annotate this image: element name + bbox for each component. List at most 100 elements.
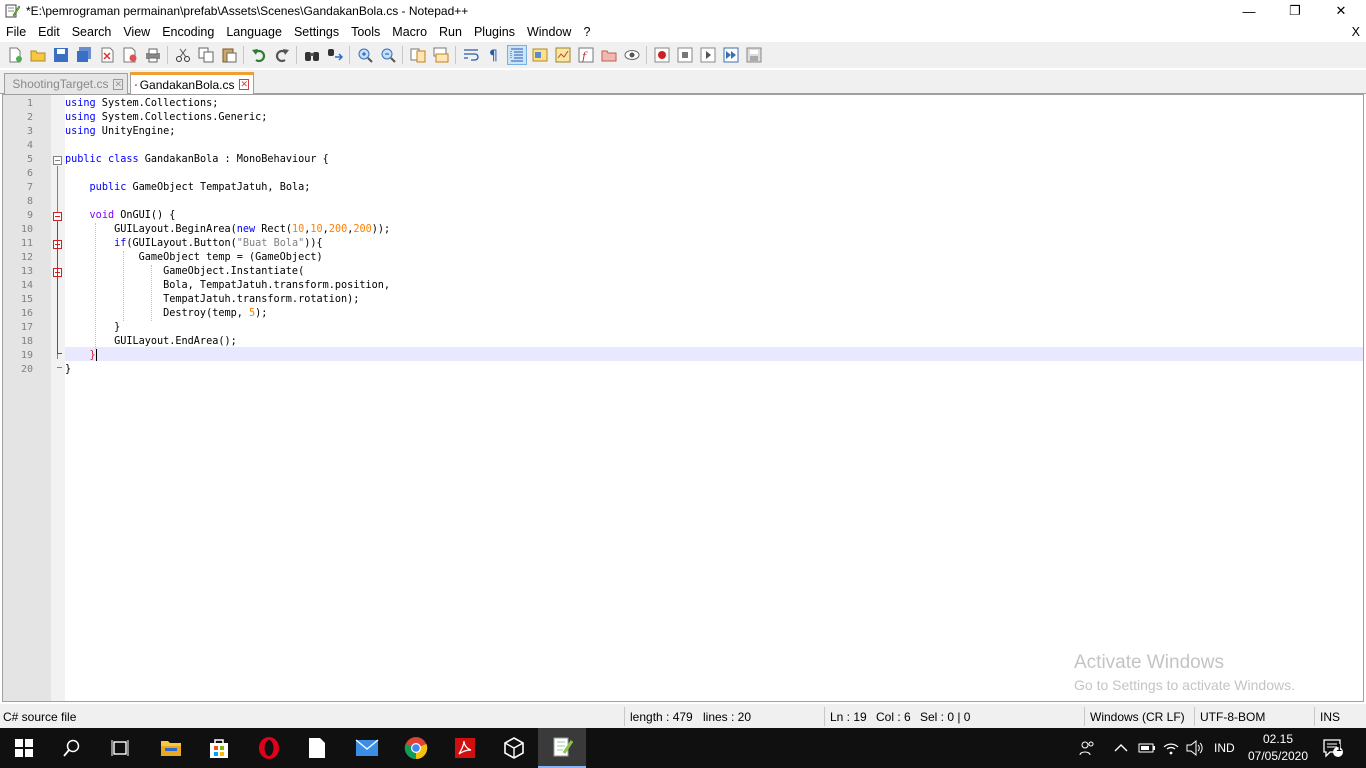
- show-hidden-icons-button[interactable]: [1114, 728, 1128, 768]
- save-macro-icon: [746, 47, 761, 63]
- function-list-button[interactable]: f: [576, 45, 596, 65]
- fold-toggle-icon[interactable]: [53, 156, 62, 165]
- line-number: 18: [20, 336, 33, 347]
- menu-window[interactable]: Window: [521, 22, 577, 42]
- menu-file[interactable]: File: [0, 22, 32, 42]
- word-wrap-button[interactable]: [461, 45, 481, 65]
- menu-run[interactable]: Run: [433, 22, 468, 42]
- redo-icon: [275, 49, 289, 63]
- unity-taskbar-button[interactable]: [490, 728, 538, 768]
- paste-button[interactable]: [219, 45, 239, 65]
- undo-button[interactable]: [249, 45, 269, 65]
- menu-view[interactable]: View: [117, 22, 156, 42]
- mail-taskbar-button[interactable]: [343, 728, 391, 768]
- binoculars-icon: [304, 52, 319, 61]
- close-window-button[interactable]: ✕: [1318, 0, 1364, 22]
- print-button[interactable]: [143, 45, 163, 65]
- tab-shooting-target[interactable]: ShootingTarget.cs ✕: [4, 73, 128, 94]
- new-file-button[interactable]: [5, 45, 25, 65]
- clock[interactable]: 02.15 07/05/2020: [1244, 728, 1312, 768]
- file-explorer-taskbar-button[interactable]: [147, 728, 195, 768]
- status-separator: [1084, 707, 1085, 726]
- restore-button[interactable]: ❐: [1272, 0, 1318, 22]
- monitoring-button[interactable]: [622, 45, 642, 65]
- replace-button[interactable]: [325, 45, 345, 65]
- notes-taskbar-button[interactable]: [293, 728, 341, 768]
- status-eol[interactable]: Windows (CR LF): [1090, 704, 1185, 728]
- run-macro-multiple-button[interactable]: [721, 45, 741, 65]
- notepadpp-taskbar-button[interactable]: [538, 728, 586, 768]
- start-button[interactable]: [0, 728, 48, 768]
- menu-language[interactable]: Language: [220, 22, 288, 42]
- play-macro-button[interactable]: [698, 45, 718, 65]
- show-all-chars-button[interactable]: ¶: [484, 45, 504, 65]
- search-button[interactable]: [48, 728, 96, 768]
- user-language-button[interactable]: [530, 45, 550, 65]
- status-lines: lines : 20: [703, 710, 752, 724]
- line-number: 5: [26, 154, 33, 165]
- status-selection: Sel : 0 | 0: [920, 710, 971, 724]
- document-map-button[interactable]: [553, 45, 573, 65]
- close-all-button[interactable]: [120, 45, 140, 65]
- save-button[interactable]: [51, 45, 71, 65]
- line-number: 10: [20, 224, 33, 235]
- opera-taskbar-button[interactable]: [245, 728, 293, 768]
- folder-workspace-button[interactable]: [599, 45, 619, 65]
- menu-encoding[interactable]: Encoding: [156, 22, 220, 42]
- menu-plugins[interactable]: Plugins: [468, 22, 521, 42]
- windows-logo-icon: [15, 739, 33, 757]
- menu-settings[interactable]: Settings: [288, 22, 345, 42]
- find-button[interactable]: [302, 45, 322, 65]
- code-line: }: [89, 349, 97, 361]
- chrome-taskbar-button[interactable]: [392, 728, 440, 768]
- menu-edit[interactable]: Edit: [32, 22, 66, 42]
- status-separator: [624, 707, 625, 726]
- record-macro-button[interactable]: [652, 45, 672, 65]
- tab-close-icon[interactable]: ✕: [239, 79, 249, 90]
- redo-button[interactable]: [272, 45, 292, 65]
- menu-macro[interactable]: Macro: [386, 22, 433, 42]
- copy-button[interactable]: [196, 45, 216, 65]
- tab-close-icon[interactable]: ✕: [113, 78, 123, 90]
- cut-button[interactable]: [173, 45, 193, 65]
- acrobat-taskbar-button[interactable]: [441, 728, 489, 768]
- menu-tools[interactable]: Tools: [345, 22, 386, 42]
- close-document-button[interactable]: X: [1352, 22, 1360, 42]
- fold-line: [57, 222, 58, 353]
- stop-icon: [677, 47, 692, 63]
- input-language-indicator[interactable]: IND: [1214, 728, 1235, 768]
- code-line: Destroy(temp, 5);: [65, 308, 268, 319]
- task-view-button[interactable]: [96, 728, 144, 768]
- save-macro-button[interactable]: [744, 45, 764, 65]
- text-caret: [95, 349, 97, 361]
- zoom-out-button[interactable]: [378, 45, 398, 65]
- status-insert-mode[interactable]: INS: [1320, 704, 1340, 728]
- battery-button[interactable]: [1138, 728, 1156, 768]
- minimize-button[interactable]: —: [1226, 0, 1272, 22]
- save-icon: [53, 48, 68, 62]
- action-center-button[interactable]: 1: [1322, 728, 1344, 768]
- indent-guide-button[interactable]: [506, 45, 527, 65]
- code-editor[interactable]: 1 2 3 4 5 6 7 8 9 10 11 12 13 14 15 16 1…: [2, 94, 1364, 702]
- volume-button[interactable]: [1186, 728, 1204, 768]
- tab-gandakan-bola[interactable]: GandakanBola.cs ✕: [130, 72, 254, 94]
- unsaved-file-icon: [135, 83, 137, 86]
- code-line: }: [65, 322, 121, 333]
- save-all-button[interactable]: [74, 45, 94, 65]
- status-encoding[interactable]: UTF-8-BOM: [1200, 704, 1265, 728]
- activate-windows-watermark: Activate Windows: [1074, 652, 1224, 673]
- people-button[interactable]: [1078, 728, 1096, 768]
- open-file-button[interactable]: [28, 45, 48, 65]
- store-taskbar-button[interactable]: [195, 728, 243, 768]
- activate-windows-hint: Go to Settings to activate Windows.: [1074, 677, 1295, 693]
- restore-icon: ❐: [1289, 3, 1301, 18]
- fold-toggle-icon[interactable]: [53, 212, 62, 221]
- wifi-button[interactable]: [1162, 728, 1180, 768]
- zoom-in-button[interactable]: [355, 45, 375, 65]
- close-file-button[interactable]: [97, 45, 117, 65]
- sync-vertical-button[interactable]: [408, 45, 428, 65]
- menu-search[interactable]: Search: [66, 22, 118, 42]
- stop-macro-button[interactable]: [675, 45, 695, 65]
- menu-help[interactable]: ?: [577, 22, 596, 42]
- sync-horizontal-button[interactable]: [431, 45, 451, 65]
